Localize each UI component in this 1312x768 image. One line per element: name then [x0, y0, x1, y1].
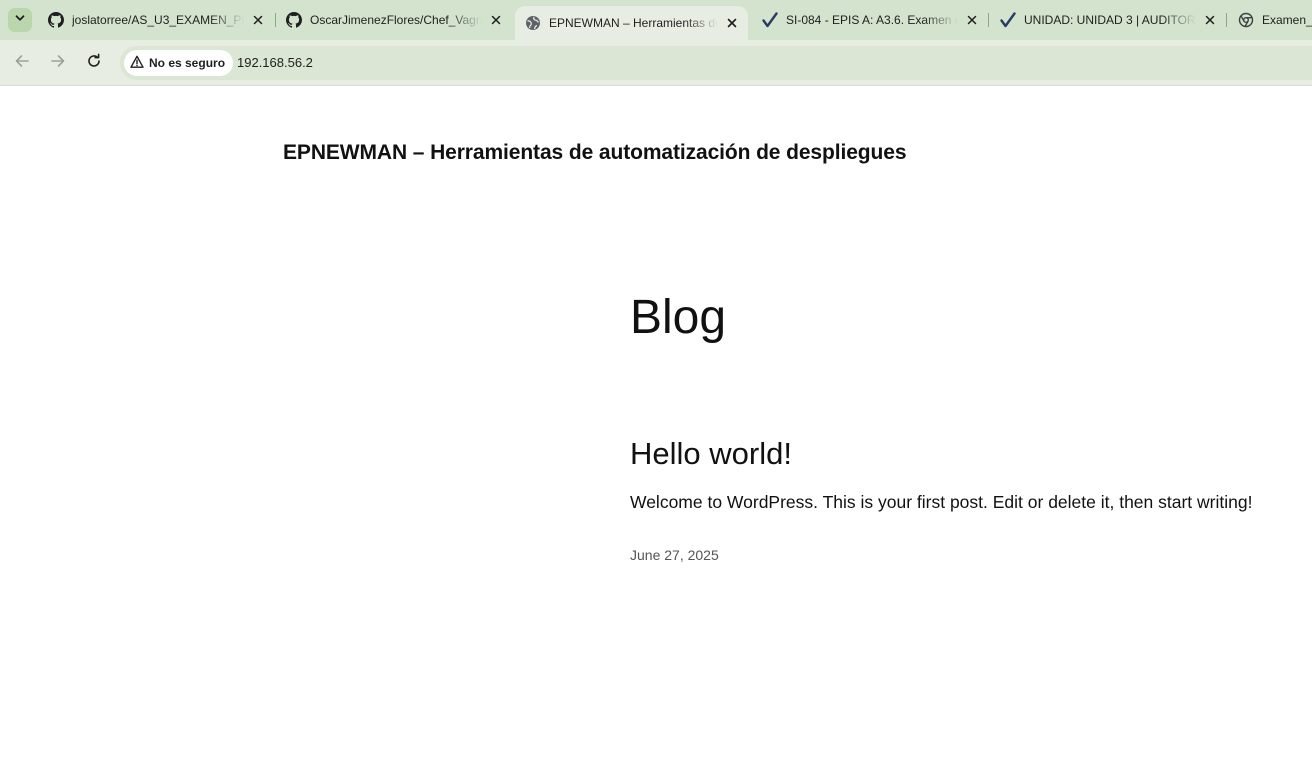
github-icon — [286, 12, 302, 28]
post-date[interactable]: June 27, 2025 — [630, 547, 719, 563]
checkmark-icon — [1000, 12, 1016, 28]
security-chip-label: No es seguro — [149, 56, 226, 70]
close-tab-icon[interactable] — [250, 12, 266, 28]
tab-unidad3[interactable]: UNIDAD: UNIDAD 3 | AUDITORI — [990, 0, 1226, 40]
close-tab-icon[interactable] — [1202, 12, 1218, 28]
tab-github-2[interactable]: OscarJimenezFlores/Chef_Vagra — [276, 0, 512, 40]
tab-title: UNIDAD: UNIDAD 3 | AUDITORI — [1024, 13, 1196, 27]
close-tab-icon[interactable] — [488, 12, 504, 28]
tab-title: SI-084 - EPIS A: A3.6. Examen d — [786, 13, 958, 27]
post-excerpt: Welcome to WordPress. This is your first… — [630, 492, 1253, 512]
post-title-link[interactable]: Hello world! — [630, 436, 792, 472]
url-text[interactable]: 192.168.56.2 — [237, 55, 313, 70]
tab-separator — [988, 13, 989, 27]
checkmark-icon — [762, 12, 778, 28]
tab-search-button[interactable] — [8, 8, 32, 32]
tab-examen[interactable]: Examen_L — [1228, 0, 1312, 40]
tab-title: OscarJimenezFlores/Chef_Vagra — [310, 13, 482, 27]
github-icon — [48, 12, 64, 28]
arrow-left-icon — [14, 53, 30, 74]
reload-button[interactable] — [82, 51, 106, 75]
tab-title: EPNEWMAN – Herramientas de — [549, 16, 718, 30]
tab-epnewman-active[interactable]: EPNEWMAN – Herramientas de — [515, 6, 748, 40]
tab-title: Examen_L — [1262, 13, 1312, 27]
warning-icon — [130, 55, 149, 72]
browser-toolbar: No es seguro 192.168.56.2 — [0, 40, 1312, 86]
globe-icon — [525, 15, 541, 31]
tab-si084[interactable]: SI-084 - EPIS A: A3.6. Examen d — [752, 0, 988, 40]
tab-github-1[interactable]: joslatorree/AS_U3_EXAMEN_PR — [38, 0, 274, 40]
arrow-right-icon — [50, 53, 66, 74]
tab-strip: joslatorree/AS_U3_EXAMEN_PR OscarJimenez… — [0, 0, 1312, 40]
security-chip[interactable]: No es seguro — [124, 50, 234, 76]
chevron-down-icon — [14, 11, 26, 29]
site-title[interactable]: EPNEWMAN – Herramientas de automatizació… — [283, 141, 907, 165]
tab-title: joslatorree/AS_U3_EXAMEN_PR — [72, 13, 244, 27]
reload-icon — [86, 53, 102, 74]
back-button[interactable] — [10, 51, 34, 75]
page-heading: Blog — [630, 291, 727, 344]
close-tab-icon[interactable] — [724, 15, 740, 31]
chrome-icon — [1238, 12, 1254, 28]
address-bar[interactable]: No es seguro 192.168.56.2 — [120, 46, 1312, 80]
tab-separator — [1226, 13, 1227, 27]
close-tab-icon[interactable] — [964, 12, 980, 28]
forward-button[interactable] — [46, 51, 70, 75]
